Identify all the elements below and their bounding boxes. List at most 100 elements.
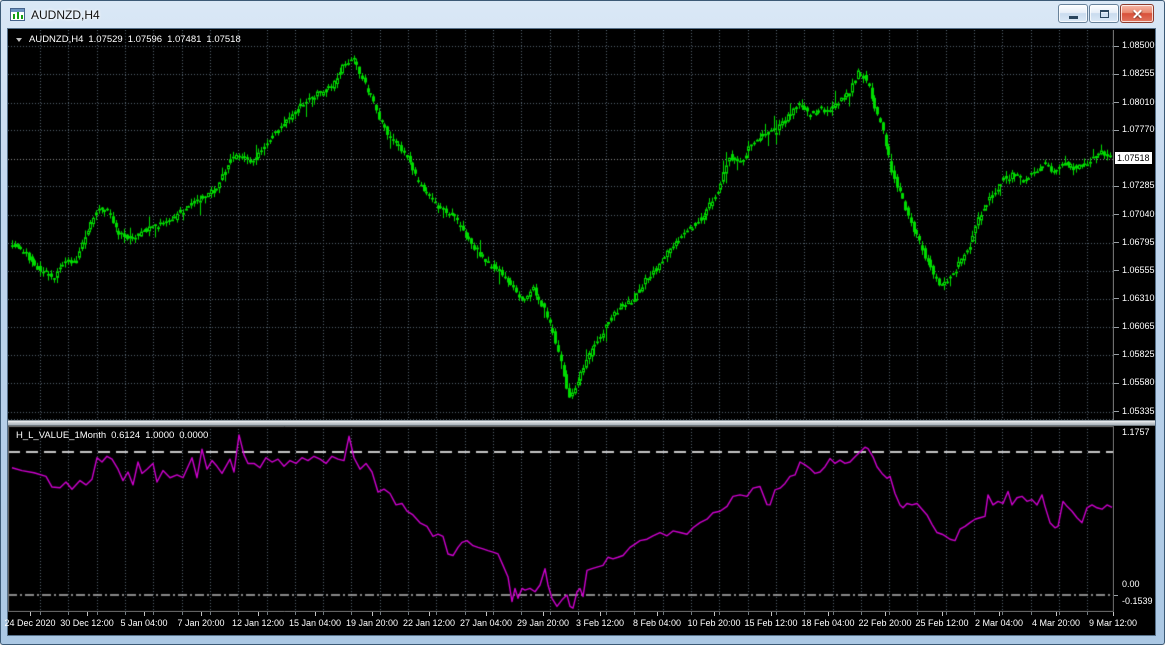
time-grid-tick (237, 612, 239, 615)
price-tick-mark (1114, 242, 1119, 244)
time-grid-tick (407, 612, 409, 615)
time-grid-tick (379, 612, 381, 615)
time-grid-tick (435, 612, 437, 615)
price-tick-label: 1.05825 (1122, 348, 1155, 359)
price-tick-label: 1.07285 (1122, 180, 1155, 191)
indicator-chart[interactable] (8, 426, 1114, 612)
price-tick-mark (1114, 411, 1119, 413)
restore-button[interactable] (1089, 4, 1119, 23)
time-label-tick (1056, 612, 1057, 616)
time-grid-tick (718, 612, 720, 615)
time-axis-label: 27 Jan 04:00 (459, 618, 513, 628)
chevron-down-icon[interactable] (16, 37, 22, 42)
candlestick-chart[interactable] (8, 30, 1114, 420)
time-label-tick (144, 612, 145, 616)
time-axis-label: 15 Feb 12:00 (744, 618, 798, 628)
price-tick-mark (1114, 73, 1119, 75)
time-grid-tick (124, 612, 126, 615)
time-label-tick (714, 612, 715, 616)
price-tick-mark (1114, 354, 1119, 356)
time-grid-tick (67, 612, 69, 615)
time-label-tick (87, 612, 88, 616)
low-value: 1.07481 (167, 34, 202, 45)
price-tick-mark (1114, 129, 1119, 131)
price-tick-label: 1.06065 (1122, 321, 1155, 332)
time-grid-tick (350, 612, 352, 615)
time-grid-tick (294, 612, 296, 615)
minimize-icon (1068, 16, 1078, 19)
price-tick-label: 1.08500 (1122, 40, 1155, 50)
application-window: AUDNZD,H4 AUDNZD,H4 1.07529 1.07596 1.07… (0, 0, 1165, 645)
time-axis-label: 8 Feb 04:00 (632, 618, 682, 628)
price-axis: 1.07518 1.1757 0.00 -0.1539 1.08500 1.082… (1114, 29, 1155, 635)
indicator-name: H_L_VALUE_1Month (16, 430, 107, 441)
price-tick-label: 1.08010 (1122, 96, 1155, 107)
time-grid-tick (832, 612, 834, 615)
minimize-button[interactable] (1058, 4, 1088, 23)
close-icon (1132, 8, 1143, 19)
time-label-tick (30, 612, 31, 616)
close-button[interactable] (1120, 4, 1154, 23)
time-axis-label: 12 Jan 12:00 (231, 618, 285, 628)
open-value: 1.07529 (88, 34, 123, 45)
close-value: 1.07518 (206, 34, 241, 45)
price-tick-label: 1.08255 (1122, 68, 1155, 79)
time-label-tick (999, 612, 1000, 616)
time-grid-tick (181, 612, 183, 615)
time-label-tick (1113, 612, 1114, 616)
time-axis-label: 25 Feb 12:00 (915, 618, 969, 628)
price-tick-label: 1.07770 (1122, 124, 1155, 135)
time-grid-tick (1030, 612, 1032, 615)
time-grid-tick (888, 612, 890, 615)
current-price-badge: 1.07518 (1115, 152, 1152, 165)
time-axis: 24 Dec 2020 30 Dec 12:00 5 Jan 04:00 7 Jan … (4, 612, 1155, 635)
time-axis-label: 24 Dec 2020 (4, 618, 56, 628)
restore-icon (1099, 9, 1109, 18)
price-tick-label: 1.05335 (1122, 405, 1155, 416)
time-grid-tick (916, 612, 918, 615)
time-axis-label: 3 Feb 12:00 (575, 618, 625, 628)
price-tick-mark (1114, 382, 1119, 384)
time-grid-tick (690, 612, 692, 615)
time-label-tick (201, 612, 202, 616)
time-grid-tick (605, 612, 607, 615)
price-tick-label: 1.07040 (1122, 208, 1155, 219)
price-tick-mark (1114, 298, 1119, 300)
time-grid-tick (152, 612, 154, 615)
time-axis-label: 22 Jan 12:00 (402, 618, 456, 628)
high-value: 1.07596 (127, 34, 163, 45)
indicator-level-low: 0.0000 (179, 430, 209, 441)
price-tick-label: 1.06310 (1122, 292, 1155, 303)
time-grid-tick (633, 612, 635, 615)
indicator-axis-zero: 0.00 (1122, 579, 1140, 589)
time-grid-tick (464, 612, 466, 615)
window-controls (1058, 4, 1154, 23)
time-label-tick (771, 612, 772, 616)
time-axis-label: 2 Mar 04:00 (974, 618, 1024, 628)
indicator-axis-max: 1.1757 (1122, 427, 1150, 437)
time-label-tick (258, 612, 259, 616)
time-axis-label: 4 Mar 20:00 (1031, 618, 1081, 628)
time-grid-tick (492, 612, 494, 615)
price-tick-label: 1.05580 (1122, 377, 1155, 388)
price-tick-mark (1114, 270, 1119, 272)
symbol-period-label: AUDNZD,H4 (29, 34, 84, 45)
time-grid-tick (945, 612, 947, 615)
price-tick-mark (1114, 185, 1119, 187)
time-label-tick (543, 612, 544, 616)
window-titlebar[interactable]: AUDNZD,H4 (1, 1, 1164, 28)
time-label-tick (429, 612, 430, 616)
time-label-tick (600, 612, 601, 616)
window-title: AUDNZD,H4 (31, 7, 100, 22)
time-axis-label: 29 Jan 20:00 (516, 618, 570, 628)
pane-separator[interactable] (8, 420, 1155, 426)
chart-window-icon[interactable] (10, 8, 25, 21)
time-grid-tick (860, 612, 862, 615)
time-grid-tick (803, 612, 805, 615)
price-tick-mark (1114, 45, 1119, 47)
time-label-tick (372, 612, 373, 616)
time-grid-tick (662, 612, 664, 615)
time-axis-label: 5 Jan 04:00 (120, 618, 168, 628)
chart-client-area: AUDNZD,H4 1.07529 1.07596 1.07481 1.0751… (4, 28, 1156, 636)
price-tick-mark (1114, 214, 1119, 216)
